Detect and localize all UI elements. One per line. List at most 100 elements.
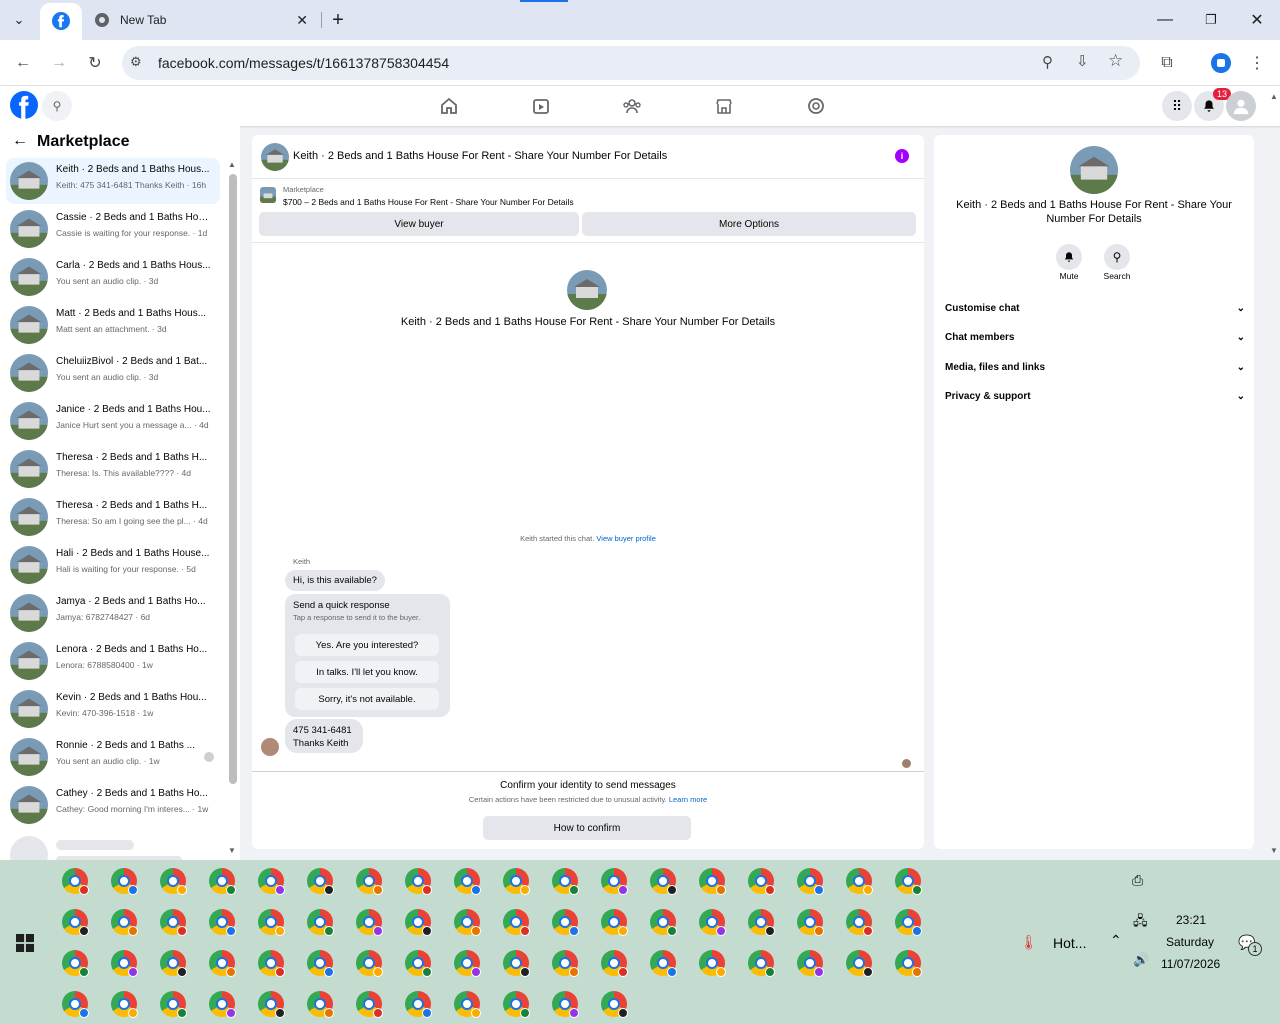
conversation-item[interactable]: Lenora · 2 Beds and 1 Baths Ho... Lenora:… <box>6 638 220 684</box>
chrome-taskbar-icon[interactable] <box>846 909 873 936</box>
address-bar[interactable]: ⚙ facebook.com/messages/t/16613787583044… <box>122 46 1140 80</box>
chrome-taskbar-icon[interactable] <box>650 868 677 895</box>
chrome-taskbar-icon[interactable] <box>895 909 922 936</box>
how-to-confirm-button[interactable]: How to confirm <box>483 816 691 840</box>
chrome-taskbar-icon[interactable] <box>160 991 187 1018</box>
groups-icon[interactable] <box>622 96 642 116</box>
chrome-taskbar-icon[interactable] <box>258 991 285 1018</box>
conversation-item[interactable]: Theresa · 2 Beds and 1 Baths H... Theresa… <box>6 494 220 540</box>
meet-now-icon[interactable]: ⎙ <box>1132 872 1143 889</box>
listing-text[interactable]: $700 – 2 Beds and 1 Baths House For Rent… <box>283 197 574 207</box>
quick-response-button[interactable]: Yes. Are you interested? <box>295 634 439 656</box>
chrome-taskbar-icon[interactable] <box>748 909 775 936</box>
tab-close-icon[interactable]: ✕ <box>296 12 308 29</box>
details-search-icon[interactable]: ⚲ <box>1104 244 1130 270</box>
bookmark-star-icon[interactable]: ☆ <box>1108 51 1123 71</box>
chrome-taskbar-icon[interactable] <box>307 909 334 936</box>
site-info-icon[interactable]: ⚙ <box>130 54 142 70</box>
chrome-taskbar-icon[interactable] <box>846 950 873 977</box>
weather-icon[interactable]: 🌡 <box>1020 934 1038 951</box>
weather-text[interactable]: Hot... <box>1053 935 1086 951</box>
mute-bell-icon[interactable] <box>1056 244 1082 270</box>
menu-grid-icon[interactable]: ⠿ <box>1162 91 1192 121</box>
back-arrow-icon[interactable]: ← <box>12 132 28 150</box>
chrome-taskbar-icon[interactable] <box>503 950 530 977</box>
chrome-taskbar-icon[interactable] <box>503 991 530 1018</box>
intro-avatar[interactable] <box>567 270 607 310</box>
zoom-icon[interactable]: ⚲ <box>1042 53 1053 71</box>
conversation-item[interactable]: Kevin · 2 Beds and 1 Baths Hou... Kevin: … <box>6 686 220 732</box>
install-app-icon[interactable]: ⇩ <box>1076 52 1089 70</box>
message-bubble[interactable]: 475 341-6481 Thanks Keith <box>285 719 363 753</box>
conversation-item[interactable]: Cassie · 2 Beds and 1 Baths Hou... Cassie… <box>6 206 220 252</box>
account-avatar[interactable] <box>1226 91 1256 121</box>
more-options-button[interactable]: More Options <box>582 212 916 236</box>
list-scrollbar[interactable] <box>229 174 237 784</box>
chrome-taskbar-icon[interactable] <box>699 868 726 895</box>
chrome-taskbar-icon[interactable] <box>895 950 922 977</box>
chrome-taskbar-icon[interactable] <box>650 909 677 936</box>
gaming-icon[interactable] <box>806 96 826 116</box>
chrome-taskbar-icon[interactable] <box>356 991 383 1018</box>
chrome-taskbar-icon[interactable] <box>209 950 236 977</box>
media-files-links-section[interactable]: Media, files and links ⌄ <box>945 362 1245 373</box>
list-scroll-up-icon[interactable]: ▲ <box>228 160 236 169</box>
customise-chat-section[interactable]: Customise chat ⌄ <box>945 303 1245 314</box>
search-label[interactable]: Search <box>1092 271 1142 281</box>
chrome-taskbar-icon[interactable] <box>111 868 138 895</box>
chrome-taskbar-icon[interactable] <box>748 868 775 895</box>
video-icon[interactable] <box>531 96 551 116</box>
chrome-taskbar-icon[interactable] <box>601 868 628 895</box>
listing-thumbnail[interactable] <box>260 187 276 203</box>
windows-start-icon[interactable] <box>16 934 34 952</box>
restore-icon[interactable]: ❐ <box>1198 8 1224 32</box>
chrome-taskbar-icon[interactable] <box>405 950 432 977</box>
chrome-taskbar-icon[interactable] <box>552 991 579 1018</box>
tray-chevron-icon[interactable]: ⌃ <box>1110 932 1122 949</box>
list-scroll-down-icon[interactable]: ▼ <box>228 846 236 855</box>
chrome-taskbar-icon[interactable] <box>160 950 187 977</box>
chrome-taskbar-icon[interactable] <box>160 909 187 936</box>
chrome-taskbar-icon[interactable] <box>356 909 383 936</box>
details-avatar[interactable] <box>1070 146 1118 194</box>
chrome-taskbar-icon[interactable] <box>503 909 530 936</box>
chrome-taskbar-icon[interactable] <box>552 950 579 977</box>
back-icon[interactable]: ← <box>9 49 37 77</box>
page-scroll-down-icon[interactable]: ▼ <box>1270 846 1278 855</box>
tab-search-icon[interactable]: ⌄ <box>6 8 32 32</box>
chrome-taskbar-icon[interactable] <box>356 868 383 895</box>
chrome-taskbar-icon[interactable] <box>62 991 89 1018</box>
sender-avatar[interactable] <box>261 738 279 756</box>
forward-icon[interactable]: → <box>45 49 73 77</box>
chat-header-avatar[interactable] <box>261 143 289 171</box>
minimize-icon[interactable]: — <box>1152 8 1178 32</box>
chrome-taskbar-icon[interactable] <box>454 909 481 936</box>
chrome-taskbar-icon[interactable] <box>503 868 530 895</box>
chrome-taskbar-icon[interactable] <box>258 909 285 936</box>
tab-facebook[interactable] <box>40 3 82 40</box>
chrome-taskbar-icon[interactable] <box>62 950 89 977</box>
chrome-taskbar-icon[interactable] <box>307 868 334 895</box>
chrome-taskbar-icon[interactable] <box>356 950 383 977</box>
mute-label[interactable]: Mute <box>1044 271 1094 281</box>
privacy-support-section[interactable]: Privacy & support ⌄ <box>945 391 1245 402</box>
fb-search-icon[interactable]: ⚲ <box>42 91 72 121</box>
profile-icon[interactable] <box>1211 53 1231 73</box>
chrome-taskbar-icon[interactable] <box>797 909 824 936</box>
clock-time[interactable]: 23:21 <box>1176 913 1206 927</box>
view-buyer-profile-link[interactable]: View buyer profile <box>596 534 655 543</box>
conversation-item[interactable]: Keith · 2 Beds and 1 Baths Hous... Keith:… <box>6 158 220 204</box>
chrome-taskbar-icon[interactable] <box>650 950 677 977</box>
chrome-taskbar-icon[interactable] <box>307 991 334 1018</box>
chrome-taskbar-icon[interactable] <box>160 868 187 895</box>
quick-response-button[interactable]: In talks. I'll let you know. <box>295 661 439 683</box>
chrome-taskbar-icon[interactable] <box>797 950 824 977</box>
chrome-taskbar-icon[interactable] <box>846 868 873 895</box>
quick-response-button[interactable]: Sorry, it's not available. <box>295 688 439 710</box>
chrome-taskbar-icon[interactable] <box>405 868 432 895</box>
chrome-taskbar-icon[interactable] <box>748 950 775 977</box>
marketplace-icon[interactable] <box>714 96 734 116</box>
chrome-taskbar-icon[interactable] <box>699 950 726 977</box>
chrome-taskbar-icon[interactable] <box>209 909 236 936</box>
chrome-taskbar-icon[interactable] <box>209 868 236 895</box>
